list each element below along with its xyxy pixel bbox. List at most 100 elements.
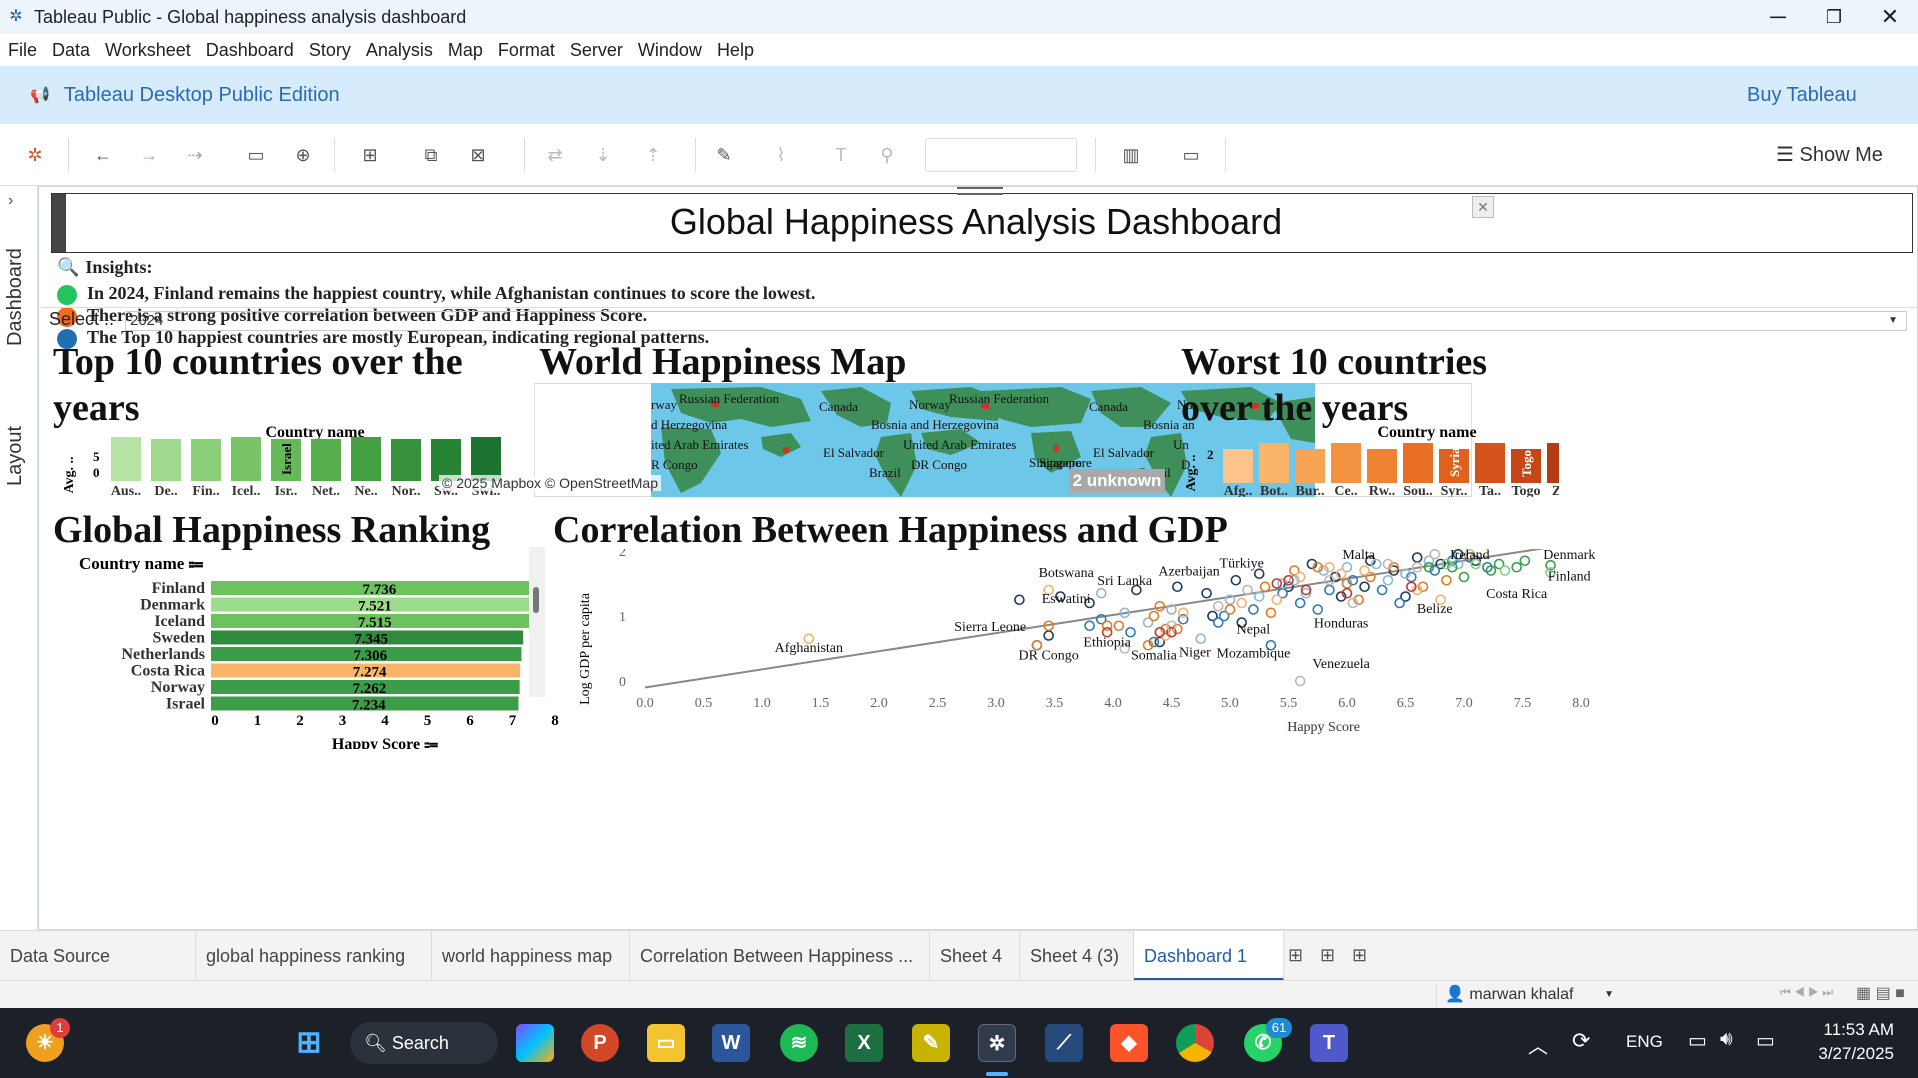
- close-button[interactable]: ✕: [1862, 2, 1918, 32]
- menu-data[interactable]: Data: [52, 40, 90, 61]
- battery-icon[interactable]: ▭: [1756, 1028, 1775, 1053]
- top10-bar: [231, 437, 261, 481]
- new-data-source-icon[interactable]: ⊕: [290, 142, 316, 168]
- sheet-nav-icons[interactable]: ⏮ ◀ ▶ ⏭: [1780, 985, 1833, 1000]
- drag-grip-icon[interactable]: [957, 187, 1003, 195]
- menu-worksheet[interactable]: Worksheet: [105, 40, 191, 61]
- sheet-tab[interactable]: Dashboard 1: [1134, 931, 1284, 981]
- labels-icon[interactable]: T: [828, 142, 854, 168]
- brave-icon[interactable]: ◆: [1110, 1024, 1148, 1062]
- scatter-point: [1259, 581, 1271, 593]
- pin-icon[interactable]: ⚲: [874, 142, 900, 168]
- rail-tab-layout[interactable]: Layout: [4, 426, 27, 486]
- menu-story[interactable]: Story: [309, 40, 351, 61]
- sheet-tab[interactable]: global happiness ranking: [196, 931, 432, 981]
- corr-xlabel: Happy Score: [1287, 720, 1360, 735]
- powerpoint-icon[interactable]: P: [581, 1024, 619, 1062]
- fit-dropdown[interactable]: [925, 138, 1077, 172]
- minimize-button[interactable]: ─: [1750, 2, 1806, 32]
- unknown-indicator[interactable]: 2 unknown: [1069, 469, 1165, 493]
- year-filter-value: 2024: [130, 312, 164, 329]
- map-country-label: United Arab Emirates: [903, 437, 1016, 452]
- menu-analysis[interactable]: Analysis: [366, 40, 433, 61]
- file-explorer-icon[interactable]: ▭: [647, 1024, 685, 1062]
- taskbar-search[interactable]: 🔍︎ Search: [350, 1022, 498, 1064]
- language-indicator[interactable]: ENG: [1626, 1032, 1663, 1052]
- view-mode-icons[interactable]: ▦ ▤ ■: [1856, 983, 1905, 1003]
- remove-container-icon[interactable]: ✕: [1472, 196, 1494, 218]
- top10-bar: [151, 439, 181, 481]
- maximize-button[interactable]: ❐: [1806, 2, 1862, 32]
- buy-tableau-link[interactable]: Buy Tableau: [1747, 84, 1857, 107]
- ranking-scrollbar[interactable]: [529, 547, 545, 697]
- spotify-icon[interactable]: ≋: [780, 1024, 818, 1062]
- sheet-tab[interactable]: Data Source: [0, 931, 196, 981]
- word-icon[interactable]: W: [712, 1024, 750, 1062]
- new-sheet-icon[interactable]: ⊞: [357, 142, 383, 168]
- corr-point-label: Ethiopia: [1083, 636, 1131, 651]
- excel-icon[interactable]: X: [845, 1024, 883, 1062]
- clear-sheet-icon[interactable]: ⊠: [465, 142, 491, 168]
- new-dashboard-icon[interactable]: ⊞: [1320, 945, 1335, 966]
- year-filter-dropdown[interactable]: 2024 ▼: [125, 311, 1907, 331]
- save-icon[interactable]: ▭: [243, 142, 269, 168]
- network-icon[interactable]: ▭: [1688, 1028, 1707, 1053]
- rail-tab-dashboard[interactable]: Dashboard: [4, 248, 27, 346]
- correlation-title: Correlation Between Happiness and GDP: [553, 509, 1228, 551]
- menu-map[interactable]: Map: [448, 40, 483, 61]
- user-menu[interactable]: 👤 marwan khalaf ▼: [1436, 983, 1622, 1007]
- windows-start-icon[interactable]: ⊞: [290, 1024, 328, 1062]
- menu-dashboard[interactable]: Dashboard: [206, 40, 294, 61]
- teams-icon[interactable]: T: [1310, 1024, 1348, 1062]
- undo-icon[interactable]: ←: [90, 142, 116, 168]
- tableau-taskbar-icon[interactable]: ✲: [978, 1024, 1016, 1062]
- swap-icon[interactable]: ⇄: [542, 142, 568, 168]
- volume-icon[interactable]: 🔊︎: [1720, 1028, 1733, 1051]
- sheet-tab[interactable]: Sheet 4: [930, 931, 1020, 981]
- dashboard-title: Global Happiness Analysis Dashboard: [669, 201, 1283, 242]
- corr-point-label: DR Congo: [1019, 649, 1079, 664]
- sheet-tab[interactable]: world happiness map: [432, 931, 630, 981]
- menu-help[interactable]: Help: [717, 40, 754, 61]
- duplicate-sheet-icon[interactable]: ⧉: [418, 142, 444, 168]
- replay-icon[interactable]: ⇢: [182, 142, 208, 168]
- map-country-label: El Salvador: [1093, 445, 1155, 460]
- show-me-button[interactable]: ☰ Show Me: [1776, 142, 1883, 167]
- corr-xtick: 7.0: [1455, 696, 1473, 711]
- paint-tool-icon[interactable]: ✎: [912, 1024, 950, 1062]
- chrome-icon[interactable]: [1176, 1024, 1214, 1062]
- remote-desktop-icon[interactable]: ⟋: [1045, 1024, 1083, 1062]
- corr-point-label: Belize: [1417, 602, 1453, 617]
- sheet-tab[interactable]: Sheet 4 (3): [1020, 931, 1134, 981]
- sort-descending-icon[interactable]: ⇡: [640, 142, 666, 168]
- tray-chevron-icon[interactable]: ︿: [1528, 1030, 1548, 1059]
- scrollbar-thumb[interactable]: [533, 587, 539, 613]
- menu-window[interactable]: Window: [638, 40, 702, 61]
- map-country-label: DR Congo: [911, 457, 967, 472]
- top10-header: Country name: [265, 424, 364, 441]
- ranking-xtick: 1: [254, 713, 262, 729]
- redo-icon[interactable]: →: [136, 142, 162, 168]
- presentation-mode-icon[interactable]: ▭: [1178, 142, 1204, 168]
- sort-ascending-icon[interactable]: ⇣: [590, 142, 616, 168]
- copilot-icon[interactable]: [516, 1024, 554, 1062]
- view-cards-icon[interactable]: ▥: [1118, 142, 1144, 168]
- sync-icon[interactable]: ⟳: [1572, 1028, 1590, 1054]
- clock[interactable]: 11:53 AM 3/27/2025: [1808, 1020, 1894, 1064]
- edition-banner: 📢 Tableau Desktop Public Edition Buy Tab…: [0, 66, 1918, 124]
- menu-server[interactable]: Server: [570, 40, 623, 61]
- scatter-point: [1441, 574, 1452, 586]
- highlight-icon[interactable]: ✎: [711, 142, 737, 168]
- new-story-icon[interactable]: ⊞: [1352, 945, 1367, 966]
- sheet-tab[interactable]: Correlation Between Happiness ...: [630, 931, 930, 981]
- tableau-home-icon[interactable]: ✲: [22, 142, 48, 168]
- top10-bar: [111, 437, 141, 481]
- scatter-point: [1271, 594, 1283, 606]
- menu-format[interactable]: Format: [498, 40, 555, 61]
- expand-chevron-icon[interactable]: ›: [8, 192, 13, 210]
- menu-file[interactable]: File: [8, 40, 37, 61]
- corr-point-label: Türkiye: [1220, 556, 1264, 571]
- new-worksheet-icon[interactable]: ⊞: [1288, 945, 1303, 966]
- ranking-score: 7.234: [352, 698, 386, 714]
- group-icon[interactable]: ⌇: [768, 142, 794, 168]
